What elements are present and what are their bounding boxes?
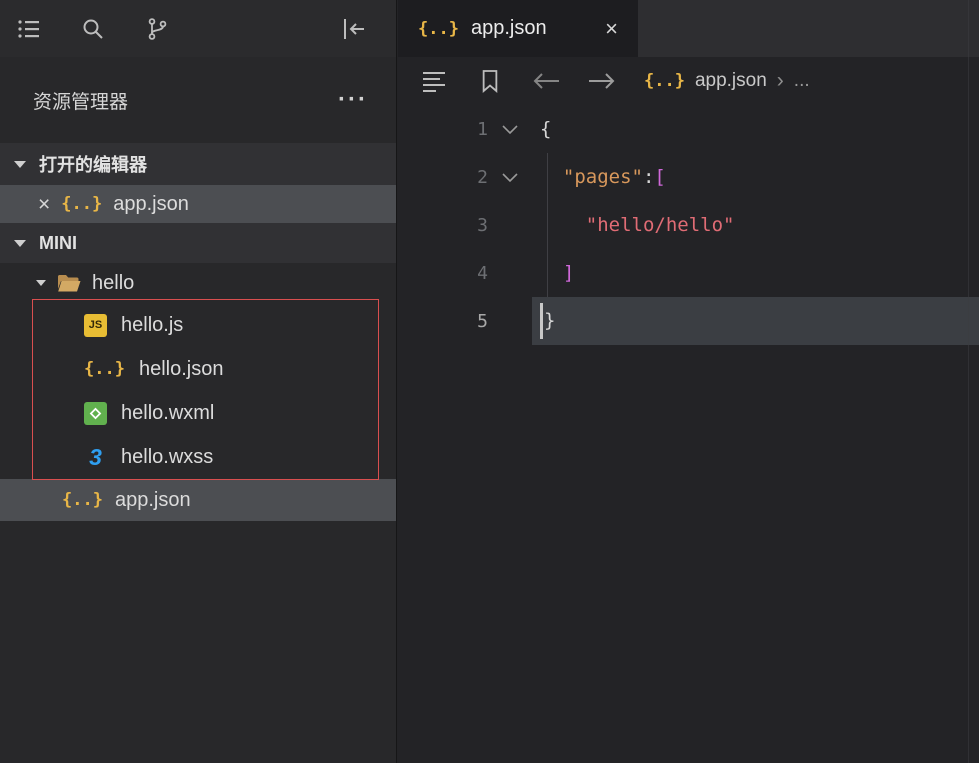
line-number: 5: [477, 310, 488, 332]
line-number: 4: [477, 262, 488, 284]
open-folder-icon: [57, 274, 81, 293]
file-hello-js[interactable]: JS hello.js: [0, 303, 396, 347]
js-file-icon: JS: [84, 313, 107, 337]
breadcrumb-ellipsis[interactable]: ...: [794, 70, 810, 92]
code-line-5[interactable]: 5 }: [398, 297, 979, 345]
json-file-icon: {..}: [644, 71, 685, 91]
collapse-sidebar-icon[interactable]: [340, 13, 380, 45]
json-file-icon: {..}: [61, 194, 103, 214]
code-line-4[interactable]: 4 ]: [398, 249, 979, 297]
code-line-1[interactable]: 1 {: [398, 105, 979, 153]
file-label: hello.js: [121, 313, 184, 336]
navigate-back-icon[interactable]: [530, 72, 562, 90]
source-control-icon[interactable]: [144, 13, 184, 45]
file-label: hello.json: [138, 357, 224, 380]
wxss-file-icon: 3: [89, 443, 102, 470]
line-number: 3: [477, 214, 488, 236]
code-line-3[interactable]: 3 "hello/hello": [398, 201, 979, 249]
explorer-sidebar: 资源管理器 ··· 打开的编辑器 × {..} app.json MINI he…: [0, 0, 397, 763]
line-number: 2: [477, 166, 488, 188]
code-token: ]: [562, 262, 575, 284]
file-hello-json[interactable]: {..} hello.json: [0, 347, 396, 391]
open-editor-item-appjson[interactable]: × {..} app.json: [0, 185, 396, 223]
tab-label: app.json: [470, 17, 547, 39]
explorer-title: 资源管理器: [33, 91, 129, 113]
tab-bar: {..} app.json ×: [398, 0, 979, 57]
close-editor-icon[interactable]: ×: [38, 194, 50, 215]
json-file-icon: {..}: [84, 359, 125, 379]
search-icon[interactable]: [80, 13, 120, 45]
folder-label: hello: [92, 271, 135, 294]
code-token: :: [642, 166, 655, 188]
sidebar-header: 资源管理器 ···: [0, 57, 396, 143]
tab-app-json[interactable]: {..} app.json ×: [398, 0, 638, 57]
code-line-2[interactable]: 2 "pages":[: [398, 153, 979, 201]
open-editors-section-header[interactable]: 打开的编辑器: [0, 143, 396, 185]
open-editors-label: 打开的编辑器: [39, 155, 147, 175]
json-file-icon: {..}: [418, 18, 459, 39]
breadcrumb: {..} app.json › ...: [644, 69, 810, 93]
more-actions-button[interactable]: ···: [338, 88, 368, 112]
project-label: MINI: [39, 232, 77, 253]
file-label: app.json: [114, 488, 191, 511]
breadcrumb-bar: {..} app.json › ...: [398, 57, 979, 105]
fold-chevron-icon[interactable]: [488, 172, 532, 183]
file-label: hello.wxml: [121, 401, 215, 424]
file-hello-wxss[interactable]: 3 hello.wxss: [0, 435, 396, 479]
ide-window: 资源管理器 ··· 打开的编辑器 × {..} app.json MINI he…: [0, 0, 979, 763]
bookmark-icon[interactable]: [474, 68, 506, 94]
file-app-json[interactable]: {..} app.json: [0, 479, 396, 521]
editor-area: {..} app.json × {..} app.json › ... 1 {…: [398, 0, 979, 763]
file-hello-wxml[interactable]: hello.wxml: [0, 391, 396, 435]
text-cursor: [540, 303, 543, 339]
line-number: 1: [477, 118, 488, 140]
code-token: {: [540, 118, 552, 140]
json-file-icon: {..}: [62, 490, 103, 510]
wxml-file-icon: [84, 401, 107, 425]
fold-chevron-icon[interactable]: [488, 124, 532, 135]
navigate-forward-icon[interactable]: [586, 72, 618, 90]
close-tab-icon[interactable]: ×: [605, 16, 618, 42]
chevron-down-icon: [36, 280, 46, 286]
folder-hello[interactable]: hello: [0, 263, 396, 303]
breadcrumb-file[interactable]: app.json: [695, 70, 767, 92]
code-token: "pages": [562, 166, 643, 188]
project-section-header[interactable]: MINI: [0, 223, 396, 263]
outline-list-icon[interactable]: [418, 69, 450, 93]
sidebar-toolbar: [0, 0, 396, 57]
file-label: hello.wxss: [121, 445, 214, 468]
code-editor[interactable]: 1 { 2 "pages":[ 3 "hello/hello" 4] 5}: [398, 105, 979, 763]
chevron-down-icon: [14, 160, 26, 168]
code-token: [: [654, 166, 666, 188]
chevron-right-icon: ›: [776, 69, 784, 92]
menu-icon[interactable]: [16, 13, 56, 45]
code-token: "hello/hello": [585, 214, 735, 236]
open-editor-file-label: app.json: [113, 192, 189, 215]
code-token: }: [544, 309, 556, 332]
chevron-down-icon: [14, 239, 26, 247]
